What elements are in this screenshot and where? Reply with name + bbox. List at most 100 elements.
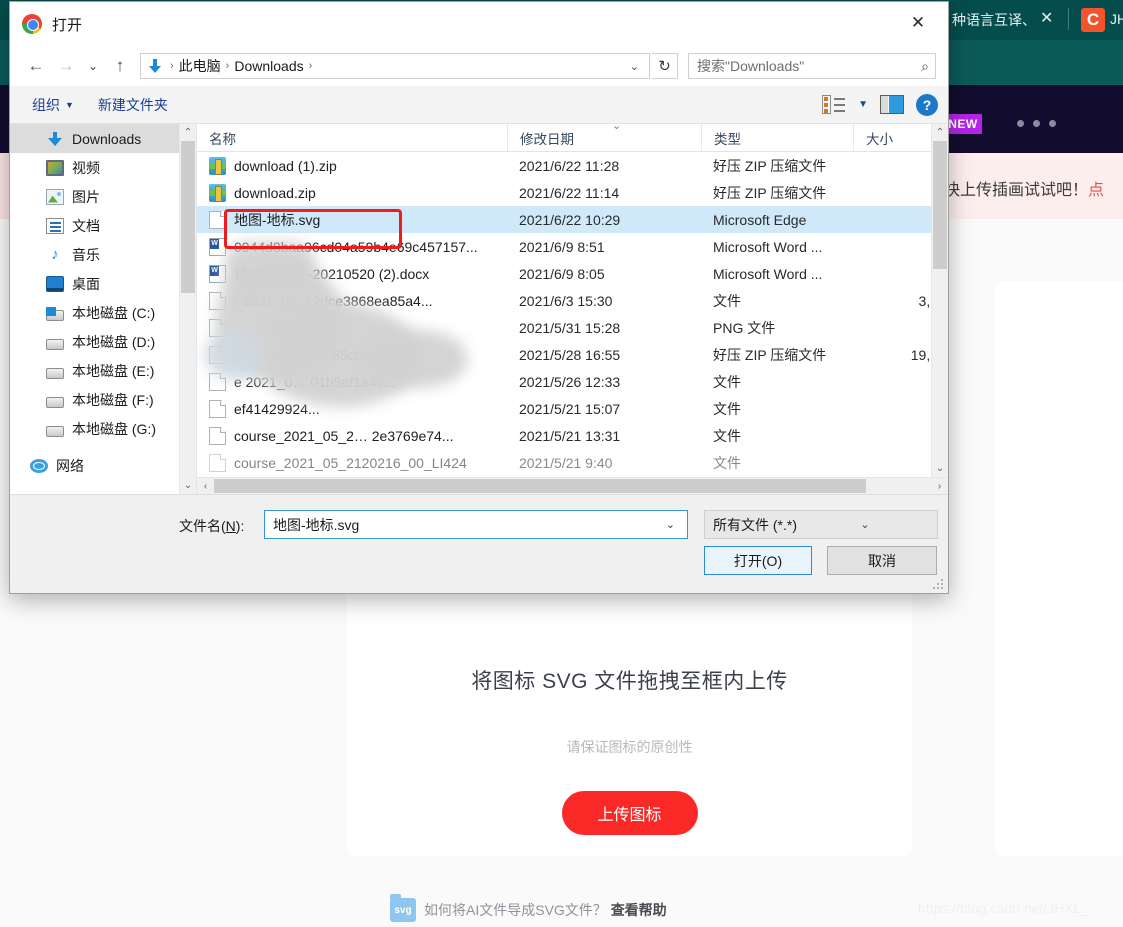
sidebar-scrollbar[interactable]: ⌃ ⌄ xyxy=(179,124,196,494)
notice-plain: 快上传插画试试吧！ xyxy=(944,182,1089,199)
refresh-button[interactable]: ↻ xyxy=(652,53,678,79)
blank-file-icon xyxy=(209,291,226,310)
table-row[interactable]: download.zip 2021/6/22 11:14 好压 ZIP 压缩文件 xyxy=(197,179,948,206)
sidebar-item-drive-d[interactable]: 本地磁盘 (D:) xyxy=(10,327,196,356)
file-date-cell: 2021/6/3 15:30 xyxy=(519,292,613,309)
svg-file-icon: svg xyxy=(390,894,416,922)
upload-icon-button[interactable]: 上传图标 xyxy=(561,791,698,835)
breadcrumb-item-this-pc[interactable]: 此电脑 xyxy=(179,56,221,76)
filename-label: 文件名(N): xyxy=(179,516,244,536)
sidebar-item-network[interactable]: 网络 xyxy=(10,451,196,480)
search-input[interactable] xyxy=(697,58,922,74)
cancel-button[interactable]: 取消 xyxy=(827,546,937,575)
table-row[interactable]: e 2021_0… 01b5af1a4c... 2021/5/26 12:33 … xyxy=(197,368,948,395)
table-row[interactable]: 试 模板备注-20210520 (2).docx 2021/6/9 8:05 M… xyxy=(197,260,948,287)
hscroll-thumb[interactable] xyxy=(214,479,866,493)
close-icon[interactable]: ✕ xyxy=(1040,10,1053,28)
forward-button[interactable]: → xyxy=(52,52,80,80)
file-list-scroll-thumb[interactable] xyxy=(933,141,947,269)
sidebar-scroll-thumb[interactable] xyxy=(181,141,195,293)
filename-combobox[interactable]: ⌄ xyxy=(264,510,688,539)
list-view-icon[interactable] xyxy=(820,94,846,116)
filename-input[interactable] xyxy=(273,516,658,533)
filetype-combobox[interactable]: 所有文件 (*.*) ⌄ xyxy=(704,510,938,539)
table-row[interactable]: 地图-地标.svg 2021/6/22 10:29 Microsoft Edge xyxy=(197,206,948,233)
file-type-cell: 文件 xyxy=(713,427,741,444)
blank-file-icon xyxy=(209,453,226,472)
table-row[interactable]: virtual-web-a… 55cba944... 2021/5/28 16:… xyxy=(197,341,948,368)
search-box[interactable]: ⌕ xyxy=(688,53,936,79)
table-row[interactable]: 2021/5/31 15:28 PNG 文件 xyxy=(197,314,948,341)
carousel-dots[interactable] xyxy=(1017,120,1056,127)
scroll-up-icon[interactable]: ⌃ xyxy=(932,124,948,141)
browser-tab2-title[interactable]: JH xyxy=(1110,11,1123,27)
scroll-down-icon[interactable]: ⌄ xyxy=(180,477,196,494)
help-icon[interactable]: ? xyxy=(916,93,938,116)
dialog-titlebar: 打开 ✕ xyxy=(10,2,948,46)
file-name-cell: virtual-web-a… 55cba944... xyxy=(197,345,507,364)
breadcrumb-item-downloads[interactable]: Downloads xyxy=(234,58,303,74)
scroll-right-icon[interactable]: › xyxy=(931,481,948,492)
table-row[interactable]: 0944d8baa96cd04a59b4e69c457157... 2021/6… xyxy=(197,233,948,260)
preview-pane-icon[interactable] xyxy=(880,95,904,114)
search-icon[interactable]: ⌕ xyxy=(921,58,929,75)
download-folder-icon xyxy=(147,58,163,74)
notice-link[interactable]: 点 xyxy=(1088,182,1104,199)
table-row[interactable]: course_2021_05_2120216_00_LI424 2021/5/2… xyxy=(197,449,948,476)
scroll-down-icon[interactable]: ⌄ xyxy=(932,460,948,477)
chevron-down-icon[interactable]: ⌄ xyxy=(852,518,933,531)
column-header-type[interactable]: 类型 xyxy=(701,124,853,151)
sidebar-item-music[interactable]: ♪ 音乐 xyxy=(10,240,196,269)
sidebar-item-desktop[interactable]: 桌面 xyxy=(10,269,196,298)
organize-menu[interactable]: 组织 ▼ xyxy=(20,95,86,115)
word-file-icon xyxy=(209,237,226,256)
resize-grip[interactable] xyxy=(933,579,945,591)
sidebar-item-documents[interactable]: 文档 xyxy=(10,211,196,240)
recent-locations-button[interactable]: ⌄ xyxy=(82,52,104,80)
help-link[interactable]: 查看帮助 xyxy=(611,902,667,918)
sidebar-item-label: 视频 xyxy=(72,159,100,176)
table-row[interactable]: ef41429924... 2021/5/21 15:07 文件 xyxy=(197,395,948,422)
sidebar-item-drive-e[interactable]: 本地磁盘 (E:) xyxy=(10,356,196,385)
blank-file-icon xyxy=(209,318,226,337)
file-list-hscrollbar[interactable]: ‹ › xyxy=(197,477,948,494)
file-name-cell: 0944d8baa96cd04a59b4e69c457157... xyxy=(197,237,507,256)
help-row: svg 如何将AI文件导成SVG文件？ 查看帮助 xyxy=(390,894,667,922)
browser-tab-title[interactable]: 种语言互译、 xyxy=(952,10,1036,30)
file-date-cell: 2021/5/21 9:40 xyxy=(519,454,613,471)
sidebar-item-pictures[interactable]: 图片 xyxy=(10,182,196,211)
column-header-date-label: 修改日期 xyxy=(520,131,574,147)
file-name-cell: r 2021_05_12dce3868ea85a4... xyxy=(197,291,507,310)
table-row[interactable]: download (1).zip 2021/6/22 11:28 好压 ZIP … xyxy=(197,152,948,179)
chevron-down-icon[interactable]: ⌄ xyxy=(624,60,645,73)
chevron-down-icon[interactable]: ⌄ xyxy=(658,518,683,531)
file-date-cell: 2021/6/22 11:14 xyxy=(519,184,620,201)
sidebar-item-drive-f[interactable]: 本地磁盘 (F:) xyxy=(10,385,196,414)
sidebar-item-drive-c[interactable]: 本地磁盘 (C:) xyxy=(10,298,196,327)
scroll-up-icon[interactable]: ⌃ xyxy=(180,124,196,141)
picture-icon xyxy=(46,188,64,205)
file-type-cell: 文件 xyxy=(713,292,741,309)
table-row[interactable]: r 2021_05_12dce3868ea85a4... 2021/6/3 15… xyxy=(197,287,948,314)
column-header-name[interactable]: 名称 xyxy=(197,124,507,151)
hscroll-track[interactable] xyxy=(214,478,931,494)
column-header-date[interactable]: ⌄ 修改日期 xyxy=(507,120,701,151)
watermark: https://blog.csdn.net/JHXL_ xyxy=(918,900,1090,916)
back-button[interactable]: ← xyxy=(22,52,50,80)
up-button[interactable]: ↑ xyxy=(106,52,134,80)
file-list-scrollbar[interactable]: ⌃ ⌄ xyxy=(931,124,948,477)
breadcrumb[interactable]: › 此电脑 › Downloads › ⌄ xyxy=(140,53,650,79)
open-button[interactable]: 打开(O) xyxy=(704,546,812,575)
table-row[interactable]: course_2021_05_2… 2e3769e74... 2021/5/21… xyxy=(197,422,948,449)
new-folder-button[interactable]: 新建文件夹 xyxy=(86,95,180,115)
chevron-down-icon[interactable]: ▼ xyxy=(852,99,874,110)
help-text: 如何将AI文件导成SVG文件？ 查看帮助 xyxy=(424,900,667,920)
sidebar-item-drive-g[interactable]: 本地磁盘 (G:) xyxy=(10,414,196,443)
close-icon[interactable]: ✕ xyxy=(896,8,940,38)
sidebar-item-videos[interactable]: 视频 xyxy=(10,153,196,182)
dialog-sidebar: Downloads 视频 图片 文档 ♪ 音乐 桌面 本地磁盘 (C:) 本地磁… xyxy=(10,124,196,494)
sidebar-item-downloads[interactable]: Downloads xyxy=(10,124,196,153)
scroll-left-icon[interactable]: ‹ xyxy=(197,481,214,492)
file-type-cell: 文件 xyxy=(713,400,741,417)
file-name: download.zip xyxy=(234,184,316,201)
